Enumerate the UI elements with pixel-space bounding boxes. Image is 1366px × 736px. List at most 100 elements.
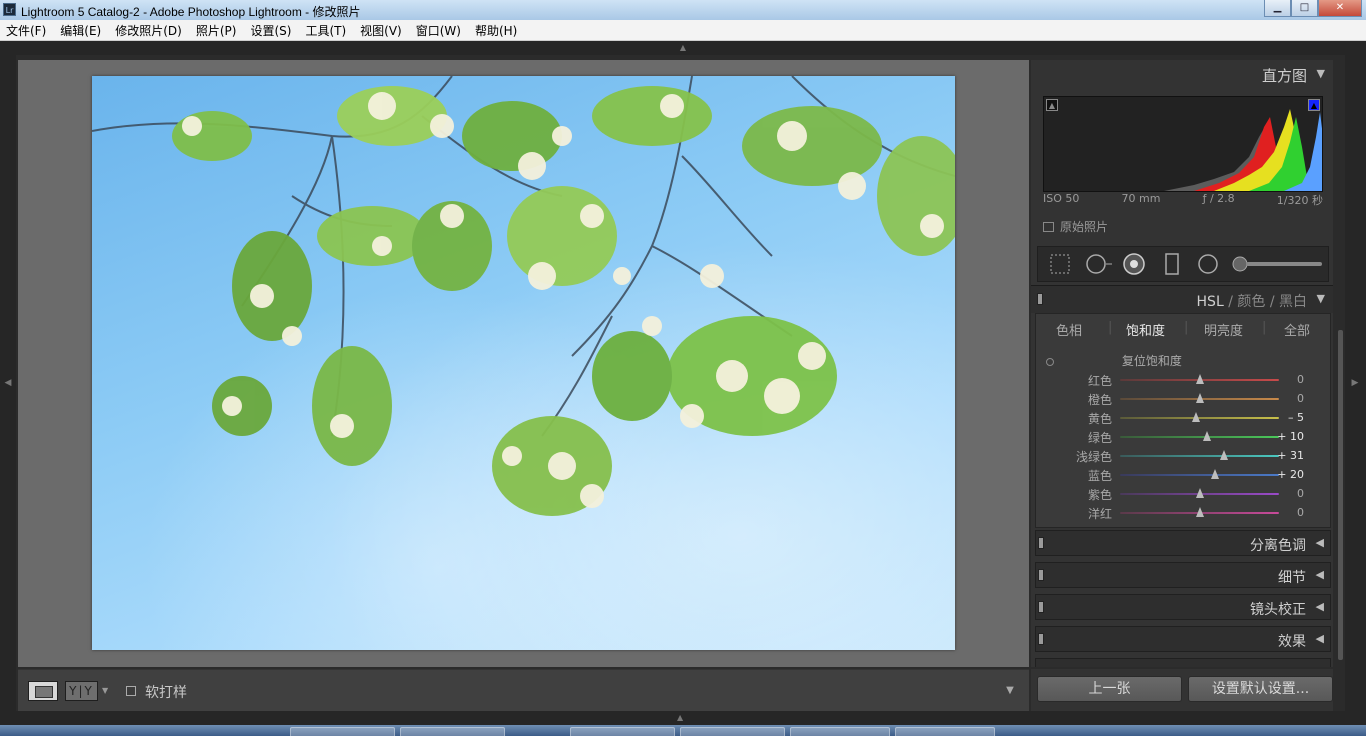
slider-value[interactable]: + 31 xyxy=(1277,449,1304,462)
red-eye-tool-icon[interactable] xyxy=(1122,252,1146,276)
slider-track[interactable] xyxy=(1120,436,1279,438)
subtab-saturation[interactable]: 饱和度 xyxy=(1126,320,1165,339)
slider-thumb[interactable] xyxy=(1195,488,1204,498)
tab-hsl[interactable]: HSL xyxy=(1197,294,1224,310)
saturation-slider-row[interactable]: 黄色 – 5 xyxy=(1036,408,1332,427)
loupe-view-button[interactable] xyxy=(28,681,58,701)
slider-value[interactable]: 0 xyxy=(1297,373,1304,386)
collapse-triangle-icon[interactable]: ▼ xyxy=(1317,67,1325,80)
slider-thumb[interactable] xyxy=(1195,374,1204,384)
menu-tools[interactable]: 工具(T) xyxy=(305,22,346,39)
original-photo-checkbox[interactable] xyxy=(1043,221,1054,232)
taskbar-item[interactable] xyxy=(790,727,890,736)
spot-removal-tool-icon[interactable] xyxy=(1084,252,1114,276)
saturation-slider-row[interactable]: 洋红 0 xyxy=(1036,503,1332,522)
expand-triangle-icon[interactable]: ◀ xyxy=(1316,600,1324,613)
slider-track[interactable] xyxy=(1120,455,1279,457)
taskbar-item[interactable] xyxy=(400,727,505,736)
slider-value[interactable]: 0 xyxy=(1297,392,1304,405)
lens-corrections-panel-header[interactable]: 镜头校正 ◀ xyxy=(1035,594,1331,620)
panel-switch-icon[interactable] xyxy=(1038,537,1044,549)
triangle-up-icon[interactable]: ▲ xyxy=(677,713,683,722)
crop-tool-icon[interactable] xyxy=(1048,252,1072,276)
triangle-right-icon[interactable]: ▶ xyxy=(1347,378,1363,388)
left-panel-toggle-strip[interactable]: ◀ xyxy=(0,55,16,715)
target-adjustment-icon[interactable] xyxy=(1046,357,1054,366)
slider-value[interactable]: 0 xyxy=(1297,506,1304,519)
split-toning-panel-header[interactable]: 分离色调 ◀ xyxy=(1035,530,1331,556)
saturation-slider-row[interactable]: 红色 0 xyxy=(1036,370,1332,389)
panel-scrollbar[interactable] xyxy=(1338,330,1343,660)
before-after-button[interactable]: Y|Y xyxy=(65,681,98,701)
expand-triangle-icon[interactable]: ◀ xyxy=(1316,632,1324,645)
slider-thumb[interactable] xyxy=(1195,393,1204,403)
expand-triangle-icon[interactable]: ◀ xyxy=(1316,568,1324,581)
shadow-clipping-indicator[interactable]: ▲ xyxy=(1046,99,1058,111)
filmstrip-toggle-strip[interactable]: ▲ xyxy=(0,711,1366,725)
subtab-hue[interactable]: 色相 xyxy=(1056,320,1082,339)
taskbar-item[interactable] xyxy=(290,727,395,736)
menu-photo[interactable]: 照片(P) xyxy=(196,22,237,39)
toolbar-menu-icon[interactable]: ▼ xyxy=(999,680,1021,702)
effects-panel-header[interactable]: 效果 ◀ xyxy=(1035,626,1331,652)
subtab-luminance[interactable]: 明亮度 xyxy=(1204,320,1243,339)
right-panel-toggle-strip[interactable]: ▶ xyxy=(1345,55,1366,715)
menu-window[interactable]: 窗口(W) xyxy=(416,22,461,39)
slider-value[interactable]: 0 xyxy=(1297,487,1304,500)
saturation-slider-row[interactable]: 绿色 + 10 xyxy=(1036,427,1332,446)
taskbar-item[interactable] xyxy=(570,727,675,736)
panel-switch-icon[interactable] xyxy=(1038,569,1044,581)
hsl-panel-header[interactable]: HSL / 颜色 / 黑白 ▼ xyxy=(1031,285,1333,313)
photo-preview[interactable] xyxy=(92,76,955,650)
triangle-left-icon[interactable]: ◀ xyxy=(0,378,16,388)
panel-switch-icon[interactable] xyxy=(1038,601,1044,613)
menu-develop[interactable]: 修改照片(D) xyxy=(115,22,182,39)
slider-thumb[interactable] xyxy=(1220,450,1229,460)
set-default-button[interactable]: 设置默认设置... xyxy=(1188,676,1333,702)
saturation-slider-row[interactable]: 蓝色 + 20 xyxy=(1036,465,1332,484)
histogram[interactable]: ▲ ▲ xyxy=(1043,96,1323,192)
graduated-filter-tool-icon[interactable] xyxy=(1160,252,1184,276)
histogram-header[interactable]: 直方图 ▼ xyxy=(1031,60,1333,88)
radial-filter-tool-icon[interactable] xyxy=(1196,252,1220,276)
slider-thumb[interactable] xyxy=(1203,431,1212,441)
next-panel-header-partial[interactable] xyxy=(1035,658,1331,667)
expand-triangle-icon[interactable]: ◀ xyxy=(1316,536,1324,549)
saturation-slider-row[interactable]: 紫色 0 xyxy=(1036,484,1332,503)
menu-edit[interactable]: 编辑(E) xyxy=(60,22,101,39)
menu-file[interactable]: 文件(F) xyxy=(6,22,46,39)
menu-settings[interactable]: 设置(S) xyxy=(250,22,291,39)
slider-value[interactable]: – 5 xyxy=(1288,411,1304,424)
slider-track[interactable] xyxy=(1120,474,1279,476)
highlight-clipping-indicator[interactable]: ▲ xyxy=(1308,99,1320,111)
top-panel-toggle-strip[interactable]: ▲ xyxy=(0,41,1366,55)
slider-thumb[interactable] xyxy=(1195,507,1204,517)
menu-view[interactable]: 视图(V) xyxy=(360,22,402,39)
slider-value[interactable]: + 20 xyxy=(1277,468,1304,481)
tab-bw[interactable]: 黑白 xyxy=(1279,294,1307,310)
saturation-slider-row[interactable]: 浅绿色 + 31 xyxy=(1036,446,1332,465)
menu-help[interactable]: 帮助(H) xyxy=(475,22,517,39)
panel-switch-icon[interactable] xyxy=(1038,633,1044,645)
soft-proof-checkbox[interactable] xyxy=(126,686,136,696)
slider-value[interactable]: + 10 xyxy=(1277,430,1304,443)
close-button[interactable]: ✕ xyxy=(1318,0,1362,17)
slider-thumb[interactable] xyxy=(1211,469,1220,479)
reset-saturation[interactable]: 复位饱和度 xyxy=(1046,352,1182,369)
triangle-up-icon[interactable]: ▲ xyxy=(677,44,689,52)
collapse-triangle-icon[interactable]: ▼ xyxy=(1317,292,1325,305)
subtab-all[interactable]: 全部 xyxy=(1284,320,1310,339)
detail-panel-header[interactable]: 细节 ◀ xyxy=(1035,562,1331,588)
adjustment-brush-tool-icon[interactable] xyxy=(1232,252,1324,276)
previous-button[interactable]: 上一张 xyxy=(1037,676,1182,702)
minimize-button[interactable]: ▁ xyxy=(1264,0,1291,17)
original-photo-toggle[interactable]: 原始照片 xyxy=(1043,218,1108,235)
saturation-slider-row[interactable]: 橙色 0 xyxy=(1036,389,1332,408)
maximize-button[interactable]: □ xyxy=(1291,0,1318,17)
slider-thumb[interactable] xyxy=(1191,412,1200,422)
taskbar-item[interactable] xyxy=(680,727,785,736)
tab-color[interactable]: 颜色 xyxy=(1237,294,1265,310)
panel-switch-icon[interactable] xyxy=(1037,293,1043,305)
taskbar-item[interactable] xyxy=(895,727,995,736)
before-after-dropdown-icon[interactable]: ▼ xyxy=(102,686,108,695)
